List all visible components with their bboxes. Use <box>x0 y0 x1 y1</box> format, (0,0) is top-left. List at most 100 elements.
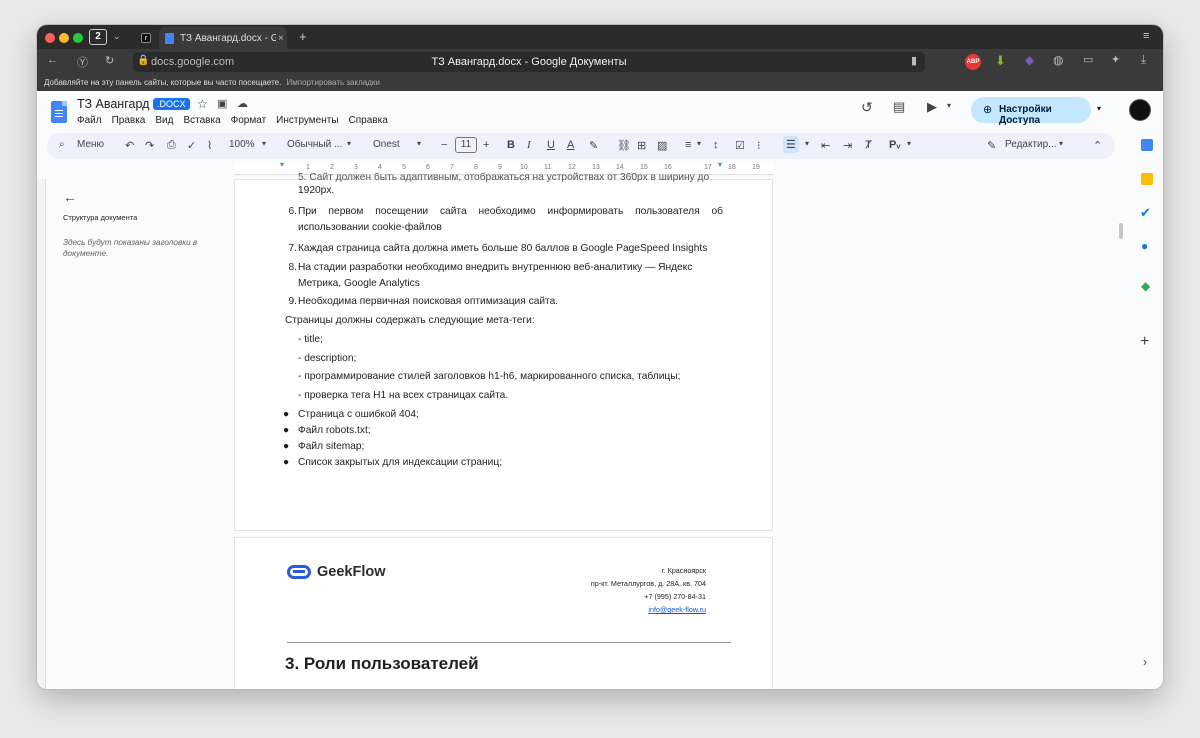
image-icon[interactable]: ▨ <box>657 139 667 152</box>
docs-logo-icon[interactable] <box>51 101 67 123</box>
puzzle-icon[interactable]: ✦ <box>1111 53 1120 66</box>
style-dropdown-icon[interactable]: ▾ <box>347 139 351 148</box>
extension-icon[interactable]: ◆ <box>1025 53 1034 67</box>
new-tab-icon[interactable]: + <box>299 29 307 44</box>
menu-edit[interactable]: Правка <box>112 115 146 126</box>
move-folder-icon[interactable]: ▣ <box>217 97 227 110</box>
chevron-down-icon[interactable]: ⌄ <box>113 31 121 42</box>
adblock-icon[interactable]: ABP <box>965 54 981 70</box>
calendar-icon[interactable] <box>1141 139 1153 151</box>
italic-icon[interactable]: I <box>527 139 531 151</box>
link-icon[interactable]: ⛓ <box>617 139 631 152</box>
align-dropdown-icon[interactable]: ▾ <box>697 139 701 148</box>
underline-icon[interactable]: U <box>547 139 555 151</box>
cloud-status-icon[interactable]: ☁ <box>237 97 248 110</box>
document-page[interactable]: 5. Сайт должен быть адаптивным, отобража… <box>234 172 773 531</box>
star-icon[interactable]: ☆ <box>197 97 208 111</box>
vertical-ruler[interactable] <box>37 179 46 689</box>
search-menus-input[interactable]: Меню <box>77 139 104 150</box>
bulleted-list-icon[interactable]: ⁝ <box>757 139 761 152</box>
menu-insert[interactable]: Вставка <box>183 115 220 126</box>
decrease-indent-icon[interactable]: ⇤ <box>821 139 830 152</box>
tasks-icon[interactable]: ✔ <box>1140 205 1151 221</box>
back-arrow-icon[interactable]: ← <box>63 189 77 205</box>
close-tab-icon[interactable]: × <box>278 33 284 44</box>
minimize-window-icon[interactable] <box>59 33 69 43</box>
zoom-select[interactable]: 100% <box>229 139 255 150</box>
add-comment-icon[interactable]: ⊞ <box>637 139 646 152</box>
meet-dropdown-icon[interactable]: ▾ <box>947 101 951 110</box>
increase-font-icon[interactable]: + <box>483 139 489 151</box>
menu-tools[interactable]: Инструменты <box>276 115 338 126</box>
left-indent-marker[interactable]: ▾ <box>280 160 284 169</box>
import-bookmarks-link[interactable]: Импортировать закладки <box>287 78 380 87</box>
avatar[interactable] <box>1129 99 1151 121</box>
edit-mode-select[interactable]: Редактир... <box>1005 139 1057 150</box>
comments-icon[interactable]: ▤ <box>893 99 905 115</box>
style-select[interactable]: Обычный ... <box>287 139 342 150</box>
input-tools-dropdown-icon[interactable]: ▾ <box>907 139 911 148</box>
url-field[interactable]: 🔒 docs.google.com ТЗ Авангард.docx - Goo… <box>133 52 925 72</box>
bookmark-icon[interactable]: ▮ <box>911 54 917 67</box>
downloads-icon[interactable]: ⤓ <box>1141 52 1146 67</box>
checklist-icon[interactable]: ☑ <box>735 139 745 152</box>
company-email-link[interactable]: info@geek-flow.ru <box>591 603 706 616</box>
edit-mode-dropdown-icon[interactable]: ▾ <box>1059 139 1063 148</box>
increase-indent-icon[interactable]: ⇥ <box>843 139 852 152</box>
collapse-toolbar-icon[interactable]: ⌃ <box>1093 139 1102 152</box>
globe-icon[interactable]: ◍ <box>1053 53 1063 67</box>
menu-format[interactable]: Формат <box>231 115 267 126</box>
share-dropdown-icon[interactable]: ▾ <box>1097 104 1101 113</box>
menu-icon[interactable]: ≡ <box>1143 30 1149 42</box>
align-icon[interactable]: ≡ <box>685 139 691 151</box>
doc-title[interactable]: ТЗ Авангард <box>77 97 149 111</box>
download-ext-icon[interactable]: ⬇ <box>995 53 1006 69</box>
reload-icon[interactable]: ↻ <box>105 54 114 67</box>
menu-help[interactable]: Справка <box>349 115 388 126</box>
paint-format-icon[interactable]: ⌇ <box>207 139 212 152</box>
clear-format-icon[interactable]: Ⱦ <box>865 139 872 151</box>
redo-icon[interactable]: ↷ <box>145 139 154 152</box>
meet-icon[interactable]: ▶ <box>927 99 937 115</box>
text-color-icon[interactable]: A <box>567 139 574 151</box>
contacts-icon[interactable]: ● <box>1141 239 1148 253</box>
expand-panel-icon[interactable]: › <box>1143 655 1147 669</box>
document-page[interactable]: GeekFlow г. Красноярск пр-кт. Металлурго… <box>234 537 773 689</box>
add-addon-icon[interactable]: + <box>1140 333 1149 351</box>
scrollbar-thumb[interactable] <box>1119 223 1123 239</box>
print-icon[interactable]: ⎙ <box>167 139 176 152</box>
menu-bar: Файл Правка Вид Вставка Формат Инструмен… <box>77 115 388 126</box>
undo-icon[interactable]: ↶ <box>125 139 134 152</box>
zoom-dropdown-icon[interactable]: ▾ <box>262 139 266 148</box>
battery-icon[interactable]: ▭ <box>1083 53 1093 66</box>
right-indent-marker[interactable]: ▾ <box>718 160 722 169</box>
back-icon[interactable]: ← <box>47 54 58 66</box>
font-size-input[interactable]: 11 <box>455 137 477 153</box>
maps-icon[interactable]: ◆ <box>1141 279 1150 293</box>
menu-view[interactable]: Вид <box>155 115 173 126</box>
keep-icon[interactable] <box>1141 173 1153 185</box>
history-icon[interactable]: ↺ <box>861 99 873 116</box>
tab-active[interactable]: ТЗ Авангард.docx - Goo × <box>159 27 287 49</box>
bold-icon[interactable]: B <box>507 139 515 151</box>
yandex-icon[interactable]: Ⓨ <box>77 54 88 70</box>
docs-favicon-icon <box>165 32 174 44</box>
share-button[interactable]: ⊕ Настройки Доступа ▾ <box>971 97 1101 126</box>
list-number: 6. <box>288 206 298 217</box>
line-spacing-icon[interactable]: ↕ <box>713 139 719 151</box>
numbered-dropdown-icon[interactable]: ▾ <box>805 139 809 148</box>
decrease-font-icon[interactable]: − <box>441 139 447 151</box>
close-window-icon[interactable] <box>45 33 55 43</box>
input-tools-icon[interactable]: Pᵥ <box>889 139 900 151</box>
tab-counter[interactable]: 2 <box>89 29 107 45</box>
search-menus-icon[interactable]: ⌕ <box>59 139 65 150</box>
highlight-icon[interactable]: ✎ <box>589 139 598 152</box>
font-select[interactable]: Onest <box>373 139 400 150</box>
font-dropdown-icon[interactable]: ▾ <box>417 139 421 148</box>
pinned-tab[interactable]: r <box>135 27 157 49</box>
menu-file[interactable]: Файл <box>77 115 102 126</box>
outline-empty-text: Здесь будут показаны заголовки в докумен… <box>63 238 198 258</box>
numbered-list-icon[interactable]: ☰ <box>783 136 799 153</box>
spellcheck-icon[interactable]: ✓ <box>187 139 196 152</box>
maximize-window-icon[interactable] <box>73 33 83 43</box>
